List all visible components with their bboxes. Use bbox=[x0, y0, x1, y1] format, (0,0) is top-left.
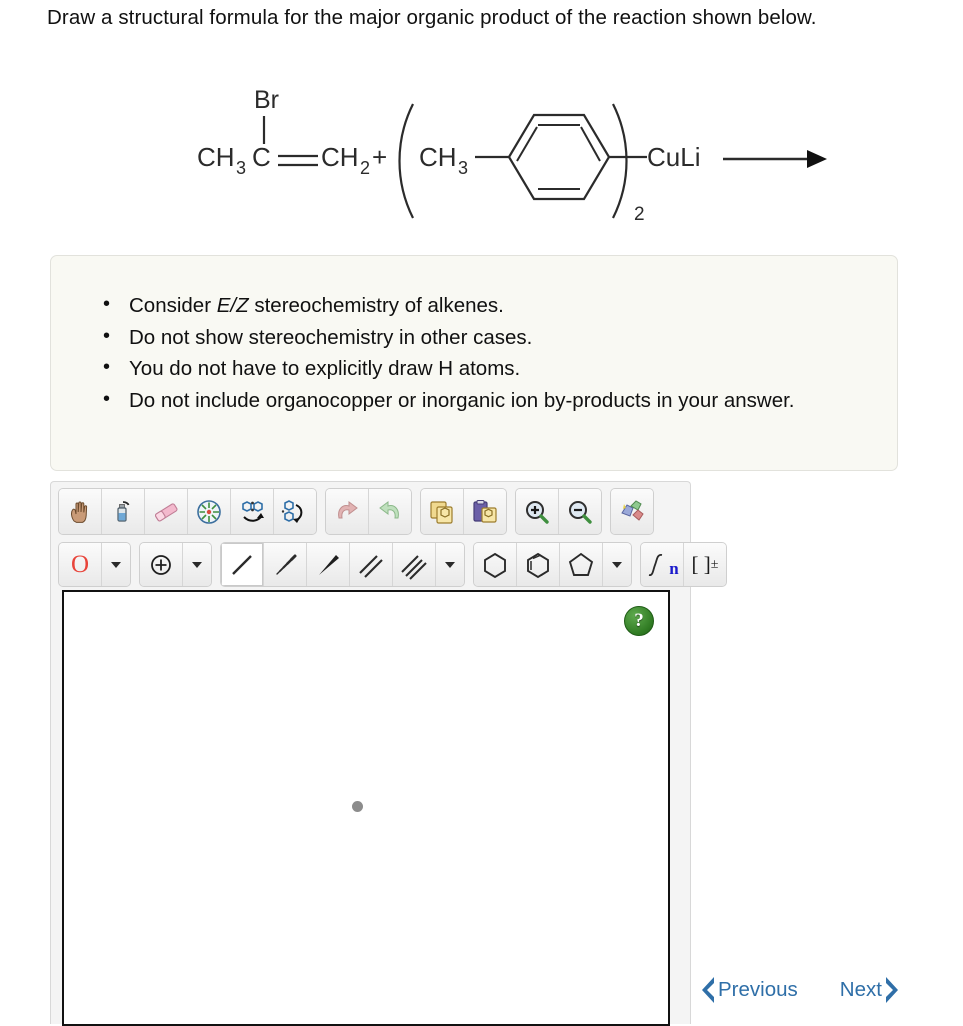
ring-dropdown-caret[interactable] bbox=[603, 543, 631, 586]
culi-label: CuLi bbox=[647, 142, 700, 172]
ch2-label: CH bbox=[321, 142, 359, 172]
plus-sign: + bbox=[372, 142, 387, 172]
eraser-spray-icon[interactable] bbox=[102, 489, 145, 534]
toolbar-group-history bbox=[325, 488, 412, 535]
chevron-left-icon bbox=[702, 977, 714, 1003]
triple-bond-tool[interactable] bbox=[393, 543, 436, 586]
zoom-out-icon[interactable] bbox=[559, 489, 601, 534]
svg-text:3: 3 bbox=[458, 158, 468, 178]
paste-icon[interactable] bbox=[464, 489, 506, 534]
toolbar-group-clipboard bbox=[420, 488, 507, 535]
benzene-ring-tool[interactable] bbox=[517, 543, 560, 586]
charge-tool[interactable] bbox=[140, 543, 183, 586]
clean-structure-icon[interactable] bbox=[611, 489, 653, 534]
toolbar-group-cleanup bbox=[610, 488, 654, 535]
chevron-right-icon bbox=[885, 977, 898, 1003]
reaction-arrow-head bbox=[807, 150, 827, 168]
bracket-label: [ ] bbox=[691, 552, 711, 576]
instruction-text-pre: Consider bbox=[129, 294, 217, 317]
zoom-in-icon[interactable] bbox=[516, 489, 559, 534]
c-center-label: C bbox=[252, 142, 271, 172]
stoichiometry-subscript: 2 bbox=[634, 204, 645, 225]
undo-icon[interactable] bbox=[326, 489, 369, 534]
center-structure-icon[interactable] bbox=[188, 489, 231, 534]
cyclopentane-ring-tool[interactable] bbox=[560, 543, 603, 586]
bracket-charge-tool[interactable]: [ ] ± bbox=[684, 543, 726, 586]
chevron-down-icon bbox=[111, 561, 121, 568]
eraser-icon[interactable] bbox=[145, 489, 188, 534]
page-title: Draw a structural formula for the major … bbox=[47, 6, 817, 29]
toolbar-row-secondary: O n [] ± bbox=[58, 542, 735, 587]
pan-hand-icon[interactable] bbox=[59, 489, 102, 534]
drawing-anchor-dot bbox=[352, 801, 363, 812]
double-bond-tool[interactable] bbox=[350, 543, 393, 586]
chevron-down-icon bbox=[612, 561, 622, 568]
reaction-scheme: Br CH 3 C CH 2 + CH 3 2 CuLi bbox=[47, 78, 917, 238]
copy-icon[interactable] bbox=[421, 489, 464, 534]
toolbar-group-bonds bbox=[220, 542, 465, 587]
list-item: Do not include organocopper or inorganic… bbox=[103, 384, 867, 417]
list-item: Do not show stereochemistry in other cas… bbox=[103, 321, 867, 354]
bracket-superscript: ± bbox=[710, 556, 719, 572]
instruction-text-post: stereochemistry of alkenes. bbox=[248, 294, 504, 317]
svg-text:3: 3 bbox=[236, 158, 246, 178]
toolbar-group-advanced: n [ ] ± bbox=[640, 542, 727, 587]
ch3-left-label: CH bbox=[197, 142, 235, 172]
toolbar-group-atom: O bbox=[58, 542, 131, 587]
next-button[interactable]: Next bbox=[840, 975, 900, 1005]
instruction-text-pre: You do not have to explicitly draw H ato… bbox=[129, 357, 521, 380]
instruction-text-pre: Do not show stereochemistry in other cas… bbox=[129, 325, 533, 349]
toolbar-group-zoom bbox=[515, 488, 602, 535]
toolbar-group-edit bbox=[58, 488, 317, 535]
redo-icon[interactable] bbox=[369, 489, 411, 534]
tolyl-methyl-label: CH bbox=[419, 142, 457, 172]
help-icon[interactable]: ? bbox=[624, 606, 654, 636]
instruction-text-pre: Do not include organocopper or inorganic… bbox=[129, 388, 795, 412]
solid-wedge-bond-tool[interactable] bbox=[307, 543, 350, 586]
instructions-list: Consider E/Z stereochemistry of alkenes.… bbox=[51, 256, 897, 416]
next-label: Next bbox=[839, 978, 882, 1001]
atom-oxygen-tool[interactable]: O bbox=[59, 543, 102, 586]
hashed-wedge-bond-tool[interactable] bbox=[264, 543, 307, 586]
flip-horizontal-icon[interactable] bbox=[231, 489, 274, 534]
chevron-down-icon bbox=[192, 561, 202, 568]
atom-dropdown-caret[interactable] bbox=[102, 543, 130, 586]
oxygen-label: O bbox=[70, 551, 90, 578]
benzene-ring bbox=[507, 113, 611, 201]
toolbar-row-primary bbox=[58, 488, 662, 535]
cyclohexane-ring-tool[interactable] bbox=[474, 543, 517, 586]
toolbar-group-rings bbox=[473, 542, 632, 587]
repeat-unit-label: n bbox=[669, 558, 679, 578]
molecule-editor-panel: O n [] ± ? bbox=[50, 481, 727, 1026]
br-label: Br bbox=[254, 86, 279, 114]
list-item: You do not have to explicitly draw H ato… bbox=[103, 352, 867, 385]
instructions-panel: Consider E/Z stereochemistry of alkenes.… bbox=[50, 255, 898, 471]
instruction-emphasis: E/Z bbox=[216, 294, 249, 317]
bond-dropdown-caret[interactable] bbox=[436, 543, 464, 586]
previous-button[interactable]: Previous bbox=[700, 975, 798, 1005]
charge-dropdown-caret[interactable] bbox=[183, 543, 211, 586]
previous-label: Previous bbox=[718, 978, 798, 1001]
question-navigation: Previous Next bbox=[700, 975, 900, 1005]
list-item: Consider E/Z stereochemistry of alkenes. bbox=[103, 289, 867, 322]
chevron-down-icon bbox=[445, 561, 455, 568]
drawing-canvas[interactable]: ? bbox=[62, 590, 670, 1026]
single-bond-tool[interactable] bbox=[221, 543, 264, 586]
svg-text:2: 2 bbox=[360, 158, 370, 178]
repeat-unit-tool[interactable]: n bbox=[641, 543, 684, 586]
flip-vertical-icon[interactable] bbox=[274, 489, 316, 534]
toolbar-group-charge bbox=[139, 542, 212, 587]
